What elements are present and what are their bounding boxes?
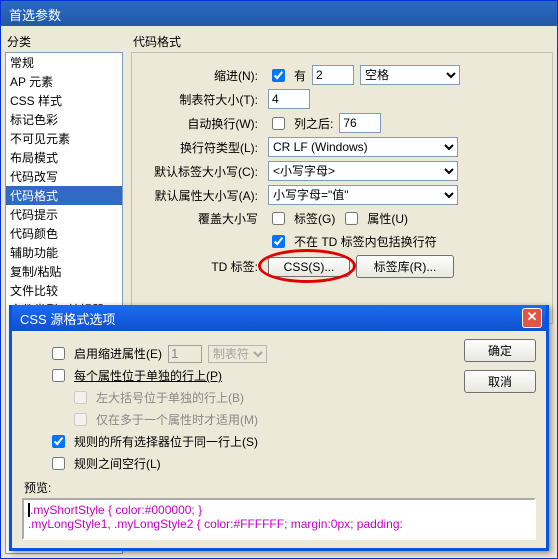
auto-wrap-label: 自动换行(W):	[140, 115, 258, 132]
linebreak-label: 换行符类型(L):	[140, 139, 258, 156]
preview-box: .myShortStyle { color:#000000; } .myLong…	[22, 498, 536, 540]
open-brace-checkbox	[74, 391, 87, 404]
selectors-same-line-label: 规则的所有选择器位于同一行上(S)	[74, 433, 258, 450]
default-attr-case-label: 默认属性大小写(A):	[140, 187, 258, 204]
override-attr-label: 属性(U)	[367, 210, 408, 227]
enable-indent-label: 启用缩进属性(E)	[74, 345, 162, 362]
no-td-wrap-checkbox[interactable]	[272, 235, 285, 248]
dialog-title: CSS 源格式选项	[20, 312, 115, 327]
tag-library-button[interactable]: 标签库(R)...	[356, 255, 454, 278]
override-tag-checkbox[interactable]	[272, 212, 285, 225]
default-attr-case-select[interactable]: 小写字母="值"	[268, 185, 458, 205]
default-tag-case-label: 默认标签大小写(C):	[140, 163, 258, 180]
indent-checkbox[interactable]	[272, 69, 285, 82]
category-item[interactable]: 常规	[6, 53, 122, 72]
css-format-dialog: CSS 源格式选项 ✕ 确定 取消 启用缩进属性(E) 制表符 每个属性位于单独…	[9, 305, 549, 551]
each-prop-checkbox[interactable]	[52, 369, 65, 382]
category-item[interactable]: 复制/粘贴	[6, 262, 122, 281]
only-multi-label: 仅在多于一个属性时才适用(M)	[96, 411, 258, 428]
category-item[interactable]: 布局模式	[6, 148, 122, 167]
auto-wrap-value-input[interactable]	[339, 113, 381, 133]
cancel-button[interactable]: 取消	[464, 370, 536, 393]
indent-value-input[interactable]	[312, 65, 354, 85]
category-item[interactable]: 代码颜色	[6, 224, 122, 243]
override-attr-checkbox[interactable]	[345, 212, 358, 225]
each-prop-label: 每个属性位于单独的行上(P)	[74, 367, 222, 384]
window-title: 首选参数	[9, 8, 61, 23]
window-title-bar: 首选参数	[1, 1, 557, 26]
enable-indent-checkbox[interactable]	[52, 347, 65, 360]
category-item[interactable]: 文件比较	[6, 281, 122, 300]
code-format-panel: 缩进(N): 有 空格 制表符大小(T): 自动换行(W): 列之后:	[131, 52, 553, 324]
auto-wrap-cb-label: 列之后:	[294, 115, 333, 132]
tab-size-input[interactable]	[268, 89, 310, 109]
no-td-wrap-label: 不在 TD 标签内包括换行符	[294, 233, 437, 250]
category-item[interactable]: 代码提示	[6, 205, 122, 224]
ok-button[interactable]: 确定	[464, 339, 536, 362]
category-item[interactable]: CSS 样式	[6, 91, 122, 110]
category-item[interactable]: 标记色彩	[6, 110, 122, 129]
preview-line-2: .myLongStyle1, .myLongStyle2 { color:#FF…	[28, 517, 403, 531]
category-item[interactable]: 不可见元素	[6, 129, 122, 148]
default-tag-case-select[interactable]: <小写字母>	[268, 161, 458, 181]
open-brace-label: 左大括号位于单独的行上(B)	[96, 389, 244, 406]
override-case-label: 覆盖大小写	[140, 210, 258, 227]
indent-unit-select-2: 制表符	[208, 345, 267, 363]
blank-line-checkbox[interactable]	[52, 457, 65, 470]
category-item[interactable]: 代码改写	[6, 167, 122, 186]
override-tag-label: 标签(G)	[294, 210, 335, 227]
indent-cb-label: 有	[294, 67, 306, 84]
category-item[interactable]: 辅助功能	[6, 243, 122, 262]
dialog-title-bar: CSS 源格式选项 ✕	[12, 305, 546, 331]
linebreak-select[interactable]: CR LF (Windows)	[268, 137, 458, 157]
preview-line-1: .myShortStyle { color:#000000; }	[30, 503, 202, 517]
category-item[interactable]: AP 元素	[6, 72, 122, 91]
panel-title: 代码格式	[133, 33, 553, 50]
close-icon: ✕	[527, 309, 538, 324]
only-multi-checkbox	[74, 413, 87, 426]
css-button[interactable]: CSS(S)...	[268, 257, 350, 277]
preview-label: 预览:	[24, 479, 540, 496]
indent-label: 缩进(N):	[140, 67, 258, 84]
tab-size-label: 制表符大小(T):	[140, 91, 258, 108]
indent-amount-input	[168, 345, 202, 363]
category-item[interactable]: 代码格式	[6, 186, 122, 205]
close-button[interactable]: ✕	[522, 308, 542, 328]
category-label: 分类	[7, 33, 123, 50]
td-tag-label: TD 标签:	[140, 258, 258, 275]
auto-wrap-checkbox[interactable]	[272, 117, 285, 130]
selectors-same-line-checkbox[interactable]	[52, 435, 65, 448]
indent-unit-select[interactable]: 空格	[360, 65, 460, 85]
blank-line-label: 规则之间空行(L)	[74, 455, 161, 472]
